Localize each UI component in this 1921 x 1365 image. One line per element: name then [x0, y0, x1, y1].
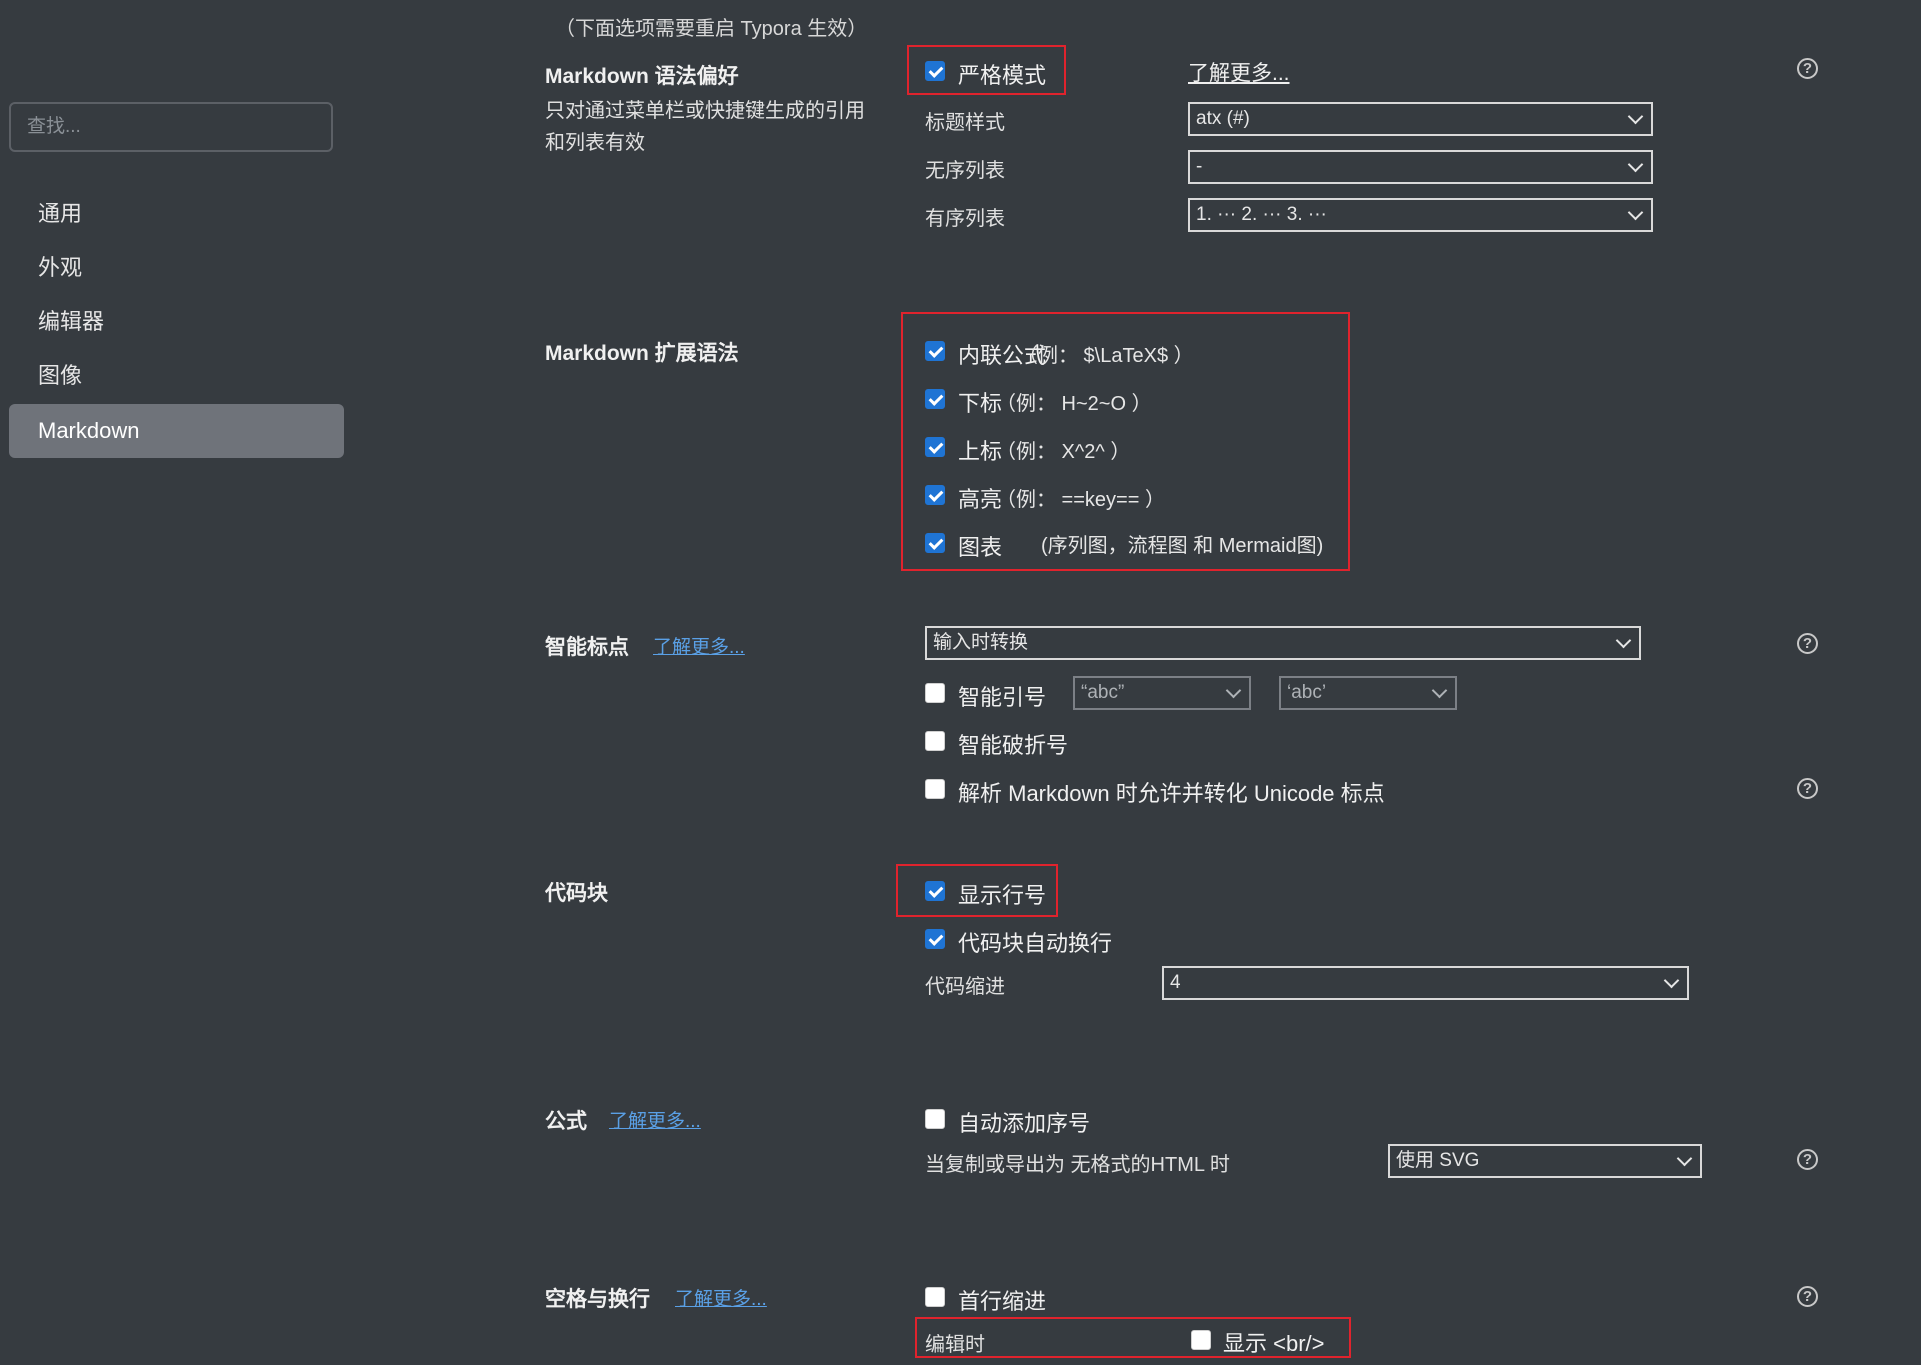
chevron-down-icon: [1676, 1150, 1693, 1167]
smart-quotes-checkbox[interactable]: [925, 683, 945, 703]
smart-dash-checkbox[interactable]: [925, 731, 945, 751]
inline-math-example: （例： $\LaTeX$ ）: [1018, 345, 1194, 367]
single-quote-select[interactable]: ‘abc’: [1279, 676, 1457, 710]
chevron-down-icon: [1225, 682, 1242, 699]
line-numbers-checkbox[interactable]: [925, 881, 945, 901]
highlight-syntax-example: （例： ==key== ）: [996, 489, 1165, 511]
code-indent-label: 代码缩进: [925, 976, 1005, 998]
smart-quotes-label: 智能引号: [958, 685, 1047, 710]
smart-punct-mode-select[interactable]: 输入时转换: [925, 626, 1641, 660]
strict-mode-checkbox[interactable]: [925, 61, 945, 81]
syntax-pref-desc-line2: 和列表有效: [545, 132, 645, 154]
heading-style-select[interactable]: atx (#): [1188, 102, 1653, 136]
whitespace-learn-more-link[interactable]: 了解更多...: [675, 1284, 767, 1311]
diagram-label: 图表: [958, 535, 1003, 560]
inline-math-checkbox[interactable]: [925, 341, 945, 361]
smart-punct-help-icon[interactable]: ?: [1797, 633, 1818, 654]
unordered-list-label: 无序列表: [925, 160, 1005, 182]
chevron-down-icon: [1431, 682, 1448, 699]
code-block-title: 代码块: [545, 882, 608, 905]
highlight-syntax-checkbox[interactable]: [925, 485, 945, 505]
chevron-down-icon: [1627, 204, 1644, 221]
code-indent-select[interactable]: 4: [1162, 966, 1689, 1000]
ordered-list-value: 1. ··· 2. ··· 3. ···: [1196, 204, 1327, 225]
editing-label: 编辑时: [925, 1334, 985, 1356]
first-line-indent-checkbox[interactable]: [925, 1287, 945, 1307]
unicode-punct-label: 解析 Markdown 时允许并转化 Unicode 标点: [958, 781, 1385, 806]
ordered-list-label: 有序列表: [925, 208, 1005, 230]
unicode-punct-checkbox[interactable]: [925, 779, 945, 799]
math-export-select[interactable]: 使用 SVG: [1388, 1144, 1702, 1178]
strict-mode-label: 严格模式: [958, 63, 1047, 88]
heading-style-label: 标题样式: [925, 112, 1005, 134]
math-title: 公式: [545, 1110, 587, 1133]
smart-dash-label: 智能破折号: [958, 733, 1069, 758]
whitespace-help-icon[interactable]: ?: [1797, 1286, 1818, 1307]
syntax-pref-help-icon[interactable]: ?: [1797, 58, 1818, 79]
chevron-down-icon: [1627, 156, 1644, 173]
smart-punct-title: 智能标点: [545, 636, 629, 659]
syntax-pref-desc-line1: 只对通过菜单栏或快捷键生成的引用: [545, 100, 865, 122]
double-quote-value: “abc”: [1081, 682, 1125, 703]
heading-style-value: atx (#): [1196, 108, 1250, 129]
syntax-pref-learn-more-link[interactable]: 了解更多...: [1188, 57, 1290, 87]
unicode-punct-help-icon[interactable]: ?: [1797, 778, 1818, 799]
unordered-list-value: -: [1196, 156, 1203, 177]
smart-punct-learn-more-link[interactable]: 了解更多...: [653, 632, 745, 659]
double-quote-select[interactable]: “abc”: [1073, 676, 1251, 710]
sidebar-item-markdown[interactable]: Markdown: [9, 404, 344, 458]
code-auto-wrap-checkbox[interactable]: [925, 929, 945, 949]
smart-punct-mode-value: 输入时转换: [933, 632, 1029, 653]
code-auto-wrap-label: 代码块自动换行: [958, 931, 1113, 956]
subscript-example: （例： H~2~O ）: [996, 393, 1152, 415]
code-indent-value: 4: [1170, 972, 1181, 993]
sidebar-item-appearance[interactable]: 外观: [9, 241, 344, 295]
sidebar-item-editor[interactable]: 编辑器: [9, 295, 344, 349]
math-help-icon[interactable]: ?: [1797, 1149, 1818, 1170]
unordered-list-select[interactable]: -: [1188, 150, 1653, 184]
math-export-value: 使用 SVG: [1396, 1150, 1480, 1171]
line-numbers-label: 显示行号: [958, 883, 1047, 908]
chevron-down-icon: [1627, 108, 1644, 125]
first-line-indent-label: 首行缩进: [958, 1289, 1047, 1314]
chevron-down-icon: [1615, 632, 1632, 649]
show-br-label: 显示 <br/>: [1223, 1331, 1325, 1356]
chevron-down-icon: [1663, 972, 1680, 989]
diagram-example: (序列图，流程图 和 Mermaid图): [1041, 535, 1324, 557]
auto-number-label: 自动添加序号: [958, 1111, 1091, 1136]
superscript-example: （例： X^2^ ）: [996, 441, 1131, 463]
extended-syntax-title: Markdown 扩展语法: [545, 342, 739, 365]
whitespace-title: 空格与换行: [545, 1288, 650, 1311]
subscript-checkbox[interactable]: [925, 389, 945, 409]
ordered-list-select[interactable]: 1. ··· 2. ··· 3. ···: [1188, 198, 1653, 232]
search-input[interactable]: [9, 102, 333, 152]
superscript-checkbox[interactable]: [925, 437, 945, 457]
show-br-checkbox[interactable]: [1191, 1330, 1211, 1350]
syntax-pref-title: Markdown 语法偏好: [545, 65, 739, 88]
sidebar-item-general[interactable]: 通用: [9, 187, 344, 241]
single-quote-value: ‘abc’: [1287, 682, 1327, 703]
sidebar-item-image[interactable]: 图像: [9, 349, 344, 403]
restart-note: （下面选项需要重启 Typora 生效）: [555, 18, 868, 40]
math-export-label: 当复制或导出为 无格式的HTML 时: [925, 1154, 1230, 1176]
diagram-checkbox[interactable]: [925, 533, 945, 553]
auto-number-checkbox[interactable]: [925, 1109, 945, 1129]
math-learn-more-link[interactable]: 了解更多...: [609, 1106, 701, 1133]
